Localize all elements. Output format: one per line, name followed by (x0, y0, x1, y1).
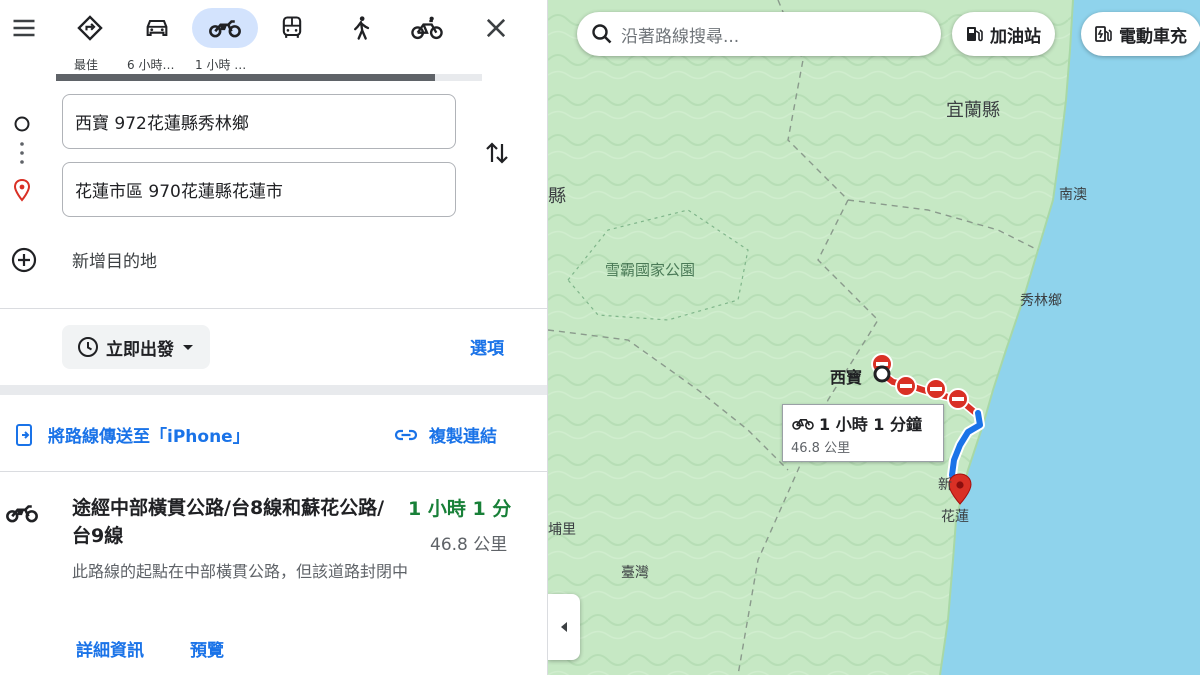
copy-link-label: 複製連結 (429, 427, 497, 447)
link-icon (394, 429, 418, 440)
map-label-puli: 埔里 (548, 522, 576, 538)
close-directions-button[interactable] (476, 8, 516, 48)
route-loading-progress (56, 74, 482, 81)
route-title: 途經中部橫貫公路/台8線和蘇花公路/台9線 (72, 497, 385, 547)
caret-left-icon (561, 622, 567, 632)
progress-fill (56, 74, 436, 81)
share-row: 將路線傳送至「iPhone」 複製連結 (0, 410, 547, 456)
send-to-phone-button[interactable]: 將路線傳送至「iPhone」 (14, 422, 250, 447)
route-details-link[interactable]: 詳細資訊 (76, 636, 144, 661)
search-icon (592, 24, 612, 44)
walking-icon (354, 16, 370, 40)
map-label-shei-pa-park: 雪霸國家公園 (605, 261, 696, 279)
map-canvas[interactable]: 宜蘭縣 南澳 秀林鄉 雪霸國家公園 西寶 縣 埔里 臺灣 新 花蓮 沿著路線搜尋… (548, 0, 1200, 675)
mode-walk-button[interactable] (341, 8, 381, 48)
map-label-county: 縣 (548, 186, 566, 207)
mode-best-button[interactable] (70, 8, 110, 48)
gas-station-label: 加油站 (990, 26, 1041, 47)
callout-duration: 1 小時 1 分鐘 (819, 415, 922, 434)
callout-distance: 46.8 公里 (791, 441, 851, 456)
menu-icon (13, 19, 35, 37)
bicycle-icon (792, 419, 814, 430)
mode-car-label: 6 小時… (127, 58, 175, 72)
waypoint-inputs: 西寶 972花蓮縣秀林鄉 花蓮市區 970花蓮縣花蓮市 新增目的地 (0, 92, 547, 302)
route-duration: 1 小時 1 分 (408, 498, 512, 520)
map-label-xiulin: 秀林鄉 (1020, 293, 1062, 309)
map-label-xibao: 西寶 (830, 368, 863, 387)
caret-down-icon (183, 345, 193, 350)
mode-bicycle-button[interactable] (407, 8, 447, 48)
ev-charging-chip[interactable]: 電動車充 (1081, 12, 1200, 56)
copy-link-button[interactable]: 複製連結 (393, 422, 497, 447)
depart-now-label: 立即出發 (106, 339, 174, 360)
route-info-callout[interactable]: 1 小時 1 分鐘 46.8 公里 (782, 404, 944, 462)
section-divider (0, 308, 547, 309)
depart-now-button[interactable]: 立即出發 (62, 325, 210, 369)
route-search-placeholder: 沿著路線搜尋... (621, 26, 740, 47)
destination-input-value: 花蓮市區 970花蓮縣花蓮市 (75, 182, 283, 202)
bus-icon (282, 16, 302, 38)
destination-pin-icon (13, 178, 31, 202)
mode-best-label: 最佳 (74, 58, 99, 72)
send-to-phone-label: 將路線傳送至「iPhone」 (48, 427, 250, 447)
add-circle-icon (11, 247, 37, 273)
gas-station-icon (967, 27, 983, 42)
section-divider-thick (0, 385, 547, 395)
bicycle-icon (411, 16, 443, 40)
ev-charging-icon (1095, 26, 1112, 42)
mode-transit-button[interactable] (272, 8, 312, 48)
swap-vertical-icon (486, 142, 508, 164)
road-closure-icon[interactable] (947, 388, 969, 410)
collapse-panel-button[interactable] (548, 594, 580, 660)
clock-icon (78, 337, 98, 357)
origin-circle-icon (14, 116, 30, 132)
route-option-card[interactable]: 途經中部橫貫公路/台8線和蘇花公路/台9線 1 小時 1 分 46.8 公里 此… (0, 472, 547, 675)
route-distance: 46.8 公里 (430, 535, 508, 555)
mode-motorcycle-label: 1 小時 … (195, 58, 247, 72)
origin-marker-icon[interactable] (873, 365, 891, 383)
directions-panel: 最佳 6 小時… 1 小時 … 西寶 972花蓮縣秀林鄉 花蓮市區 970花蓮縣… (0, 0, 548, 675)
origin-input[interactable]: 西寶 972花蓮縣秀林鄉 (62, 94, 456, 149)
origin-input-value: 西寶 972花蓮縣秀林鄉 (75, 114, 249, 134)
gas-station-chip[interactable]: 加油站 (952, 12, 1055, 56)
route-preview-link[interactable]: 預覽 (190, 636, 224, 661)
map-label-hualien: 花蓮 (941, 509, 969, 525)
motorcycle-icon (6, 505, 38, 523)
road-closure-icon[interactable] (895, 375, 917, 397)
car-icon (146, 19, 168, 37)
travel-mode-bar: 最佳 6 小時… 1 小時 … (0, 0, 547, 86)
swap-waypoints-button[interactable] (482, 138, 512, 168)
callout-duration-row: 1 小時 1 分鐘 (791, 411, 935, 435)
route-search-input[interactable]: 沿著路線搜尋... (577, 12, 941, 56)
route-warning-note: 此路線的起點在中部橫貫公路，但該道路封閉中 (72, 562, 409, 581)
directions-diamond-icon (77, 15, 103, 41)
map-label-nanao: 南澳 (1059, 187, 1087, 203)
route-dots-icon (20, 142, 24, 164)
destination-input[interactable]: 花蓮市區 970花蓮縣花蓮市 (62, 162, 456, 217)
add-destination-button[interactable] (8, 244, 40, 276)
send-to-device-icon (16, 423, 32, 446)
add-destination-label[interactable]: 新增目的地 (72, 247, 157, 272)
map-label-xin: 新 (938, 477, 952, 493)
map-label-yilan: 宜蘭縣 (946, 100, 1000, 121)
ev-charging-label: 電動車充 (1119, 26, 1187, 47)
road-closure-icon[interactable] (925, 378, 947, 400)
mode-car-button[interactable] (137, 8, 177, 48)
menu-button[interactable] (4, 8, 44, 48)
mode-motorcycle-button[interactable] (192, 8, 258, 48)
motorcycle-icon (209, 20, 241, 38)
options-link[interactable]: 選項 (470, 334, 504, 359)
close-icon (486, 18, 506, 38)
map-label-taiwan: 臺灣 (621, 565, 649, 581)
